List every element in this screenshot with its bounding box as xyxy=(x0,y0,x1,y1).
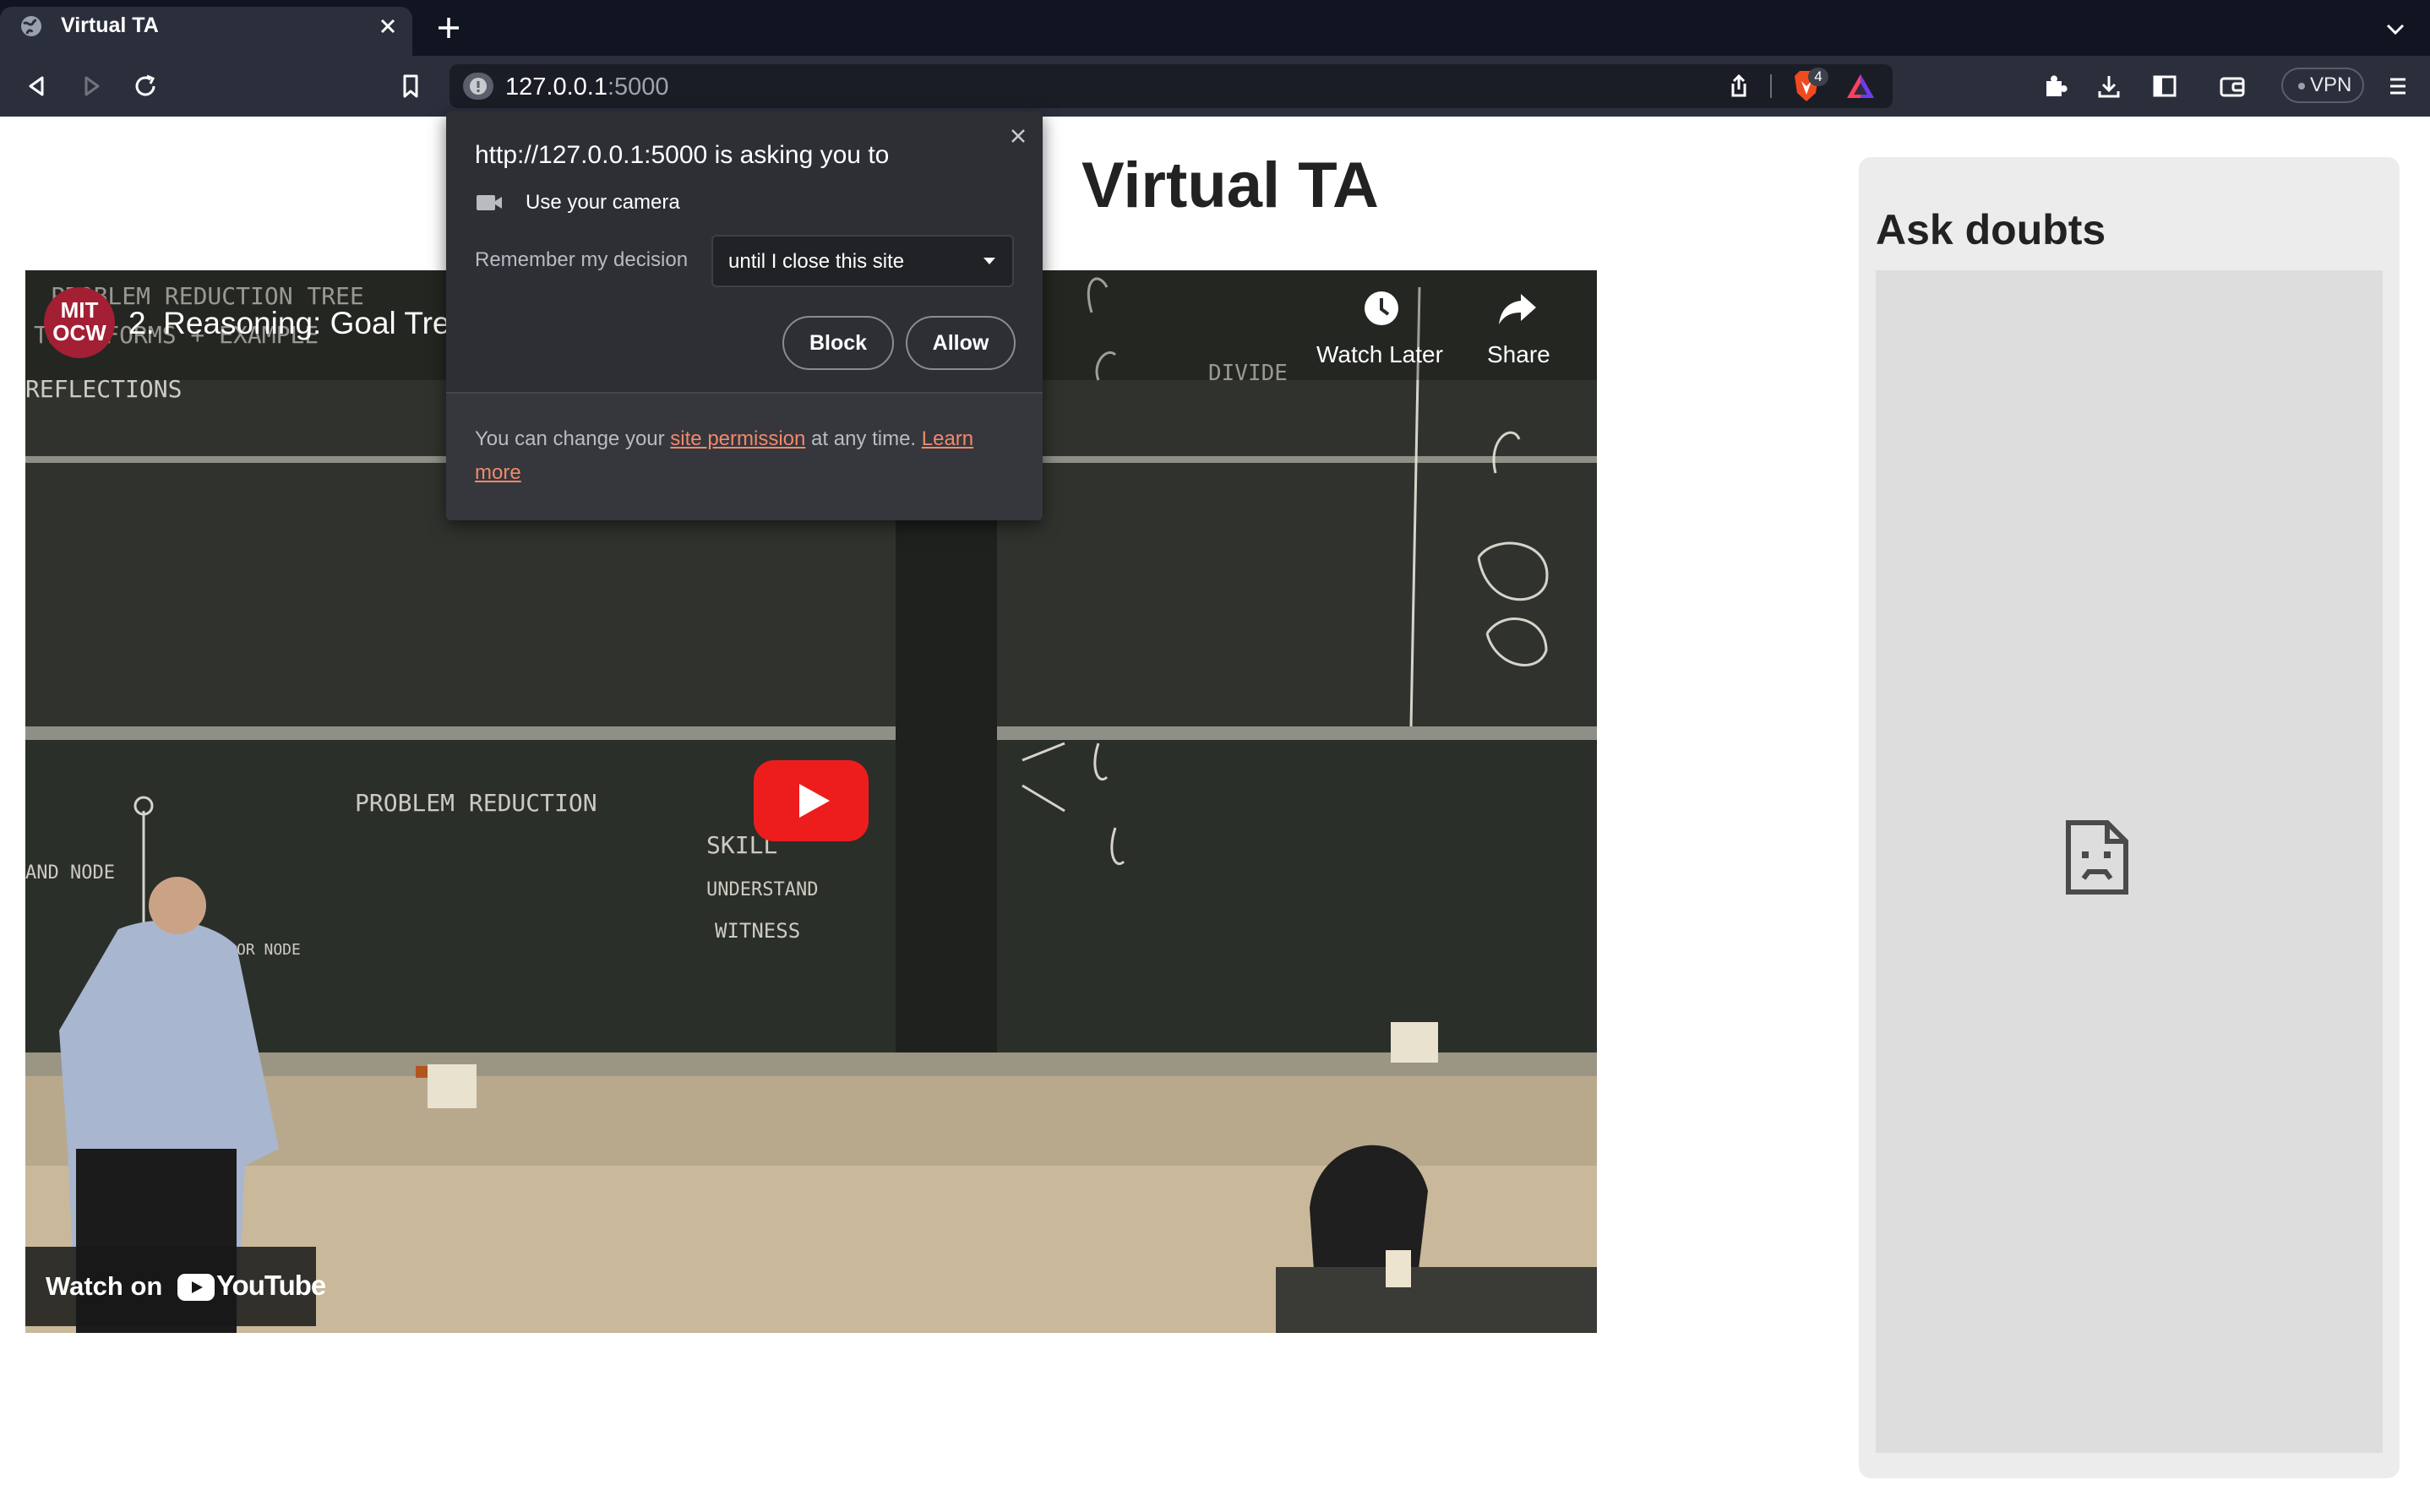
caret-down-icon xyxy=(982,255,997,267)
menu-icon[interactable] xyxy=(2383,71,2413,101)
back-icon[interactable] xyxy=(22,71,52,101)
play-button[interactable] xyxy=(754,760,869,841)
board-text-or-node: OR NODE xyxy=(237,941,301,959)
share-label[interactable]: Share xyxy=(1487,338,1550,372)
block-button[interactable]: Block xyxy=(782,316,894,370)
share-icon[interactable] xyxy=(1497,291,1539,328)
prompt-footer: You can change your site permission at a… xyxy=(446,394,1043,520)
url-text[interactable]: 127.0.0.1:5000 xyxy=(505,71,669,103)
decision-selected-value: until I close this site xyxy=(728,250,905,273)
clock-icon[interactable] xyxy=(1362,289,1401,328)
url-port: :5000 xyxy=(607,73,669,101)
channel-badge-text: MIT OCW xyxy=(52,297,106,345)
site-permission-link[interactable]: site permission xyxy=(670,427,805,450)
globe-icon xyxy=(19,14,44,39)
board-text-understand: UNDERSTAND xyxy=(706,879,818,900)
wallet-icon[interactable] xyxy=(2217,71,2247,101)
channel-avatar[interactable]: MIT OCW xyxy=(44,287,115,358)
camera-permission-prompt: You can change your site permission at a… xyxy=(446,111,1043,520)
prompt-footer-text: You can change your site permission at a… xyxy=(475,422,1024,490)
footer-middle: at any time. xyxy=(811,427,917,450)
video-title[interactable]: 2. Reasoning: Goal Tree xyxy=(128,302,467,345)
brave-rewards-icon[interactable] xyxy=(1845,73,1876,100)
bookmark-icon[interactable] xyxy=(395,71,426,101)
shields-count-badge: 4 xyxy=(1808,68,1828,86)
prompt-request: Use your camera xyxy=(526,191,680,214)
url-host: 127.0.0.1 xyxy=(505,73,608,101)
omnibox-divider xyxy=(1770,74,1772,98)
share-page-icon[interactable] xyxy=(1724,71,1754,101)
watch-on-label: Watch on xyxy=(46,1271,163,1301)
youtube-logo-icon xyxy=(177,1274,215,1301)
close-icon[interactable] xyxy=(1005,123,1031,149)
allow-button[interactable]: Allow xyxy=(906,316,1016,370)
extensions-icon[interactable] xyxy=(2040,71,2070,101)
watch-later-label[interactable]: Watch Later xyxy=(1316,338,1443,372)
vpn-label: VPN xyxy=(2310,73,2352,96)
download-icon[interactable] xyxy=(2094,71,2124,101)
board-text-and-node: AND NODE xyxy=(25,862,115,884)
forward-icon[interactable] xyxy=(76,71,106,101)
board-text-witness: WITNESS xyxy=(715,919,800,943)
decision-duration-select[interactable]: until I close this site xyxy=(711,235,1014,287)
vpn-button[interactable]: VPN xyxy=(2281,68,2364,103)
sidebar-toggle-icon[interactable] xyxy=(2149,71,2180,101)
board-text-mid: PROBLEM REDUCTION xyxy=(355,789,597,817)
reload-icon[interactable] xyxy=(130,71,161,101)
remember-decision-label: Remember my decision xyxy=(475,248,689,271)
prompt-divider xyxy=(446,392,1043,394)
prompt-heading: http://127.0.0.1:5000 is asking you to xyxy=(475,141,890,169)
watch-on-youtube-button[interactable]: Watch on YouTube xyxy=(25,1247,326,1326)
broken-page-icon xyxy=(2063,819,2131,895)
tab-title: Virtual TA xyxy=(61,14,159,37)
page-title: Virtual TA xyxy=(1082,150,1379,221)
footer-prefix: You can change your xyxy=(475,427,665,450)
video-camera-icon xyxy=(475,193,504,213)
chevron-down-icon[interactable] xyxy=(2383,17,2408,42)
plus-icon[interactable] xyxy=(434,14,463,42)
close-icon[interactable] xyxy=(375,14,400,39)
youtube-label: YouTube xyxy=(216,1270,326,1301)
vpn-status-dot xyxy=(2298,83,2305,90)
sidebar-title: Ask doubts xyxy=(1876,206,2106,253)
site-info-icon[interactable] xyxy=(463,73,493,100)
